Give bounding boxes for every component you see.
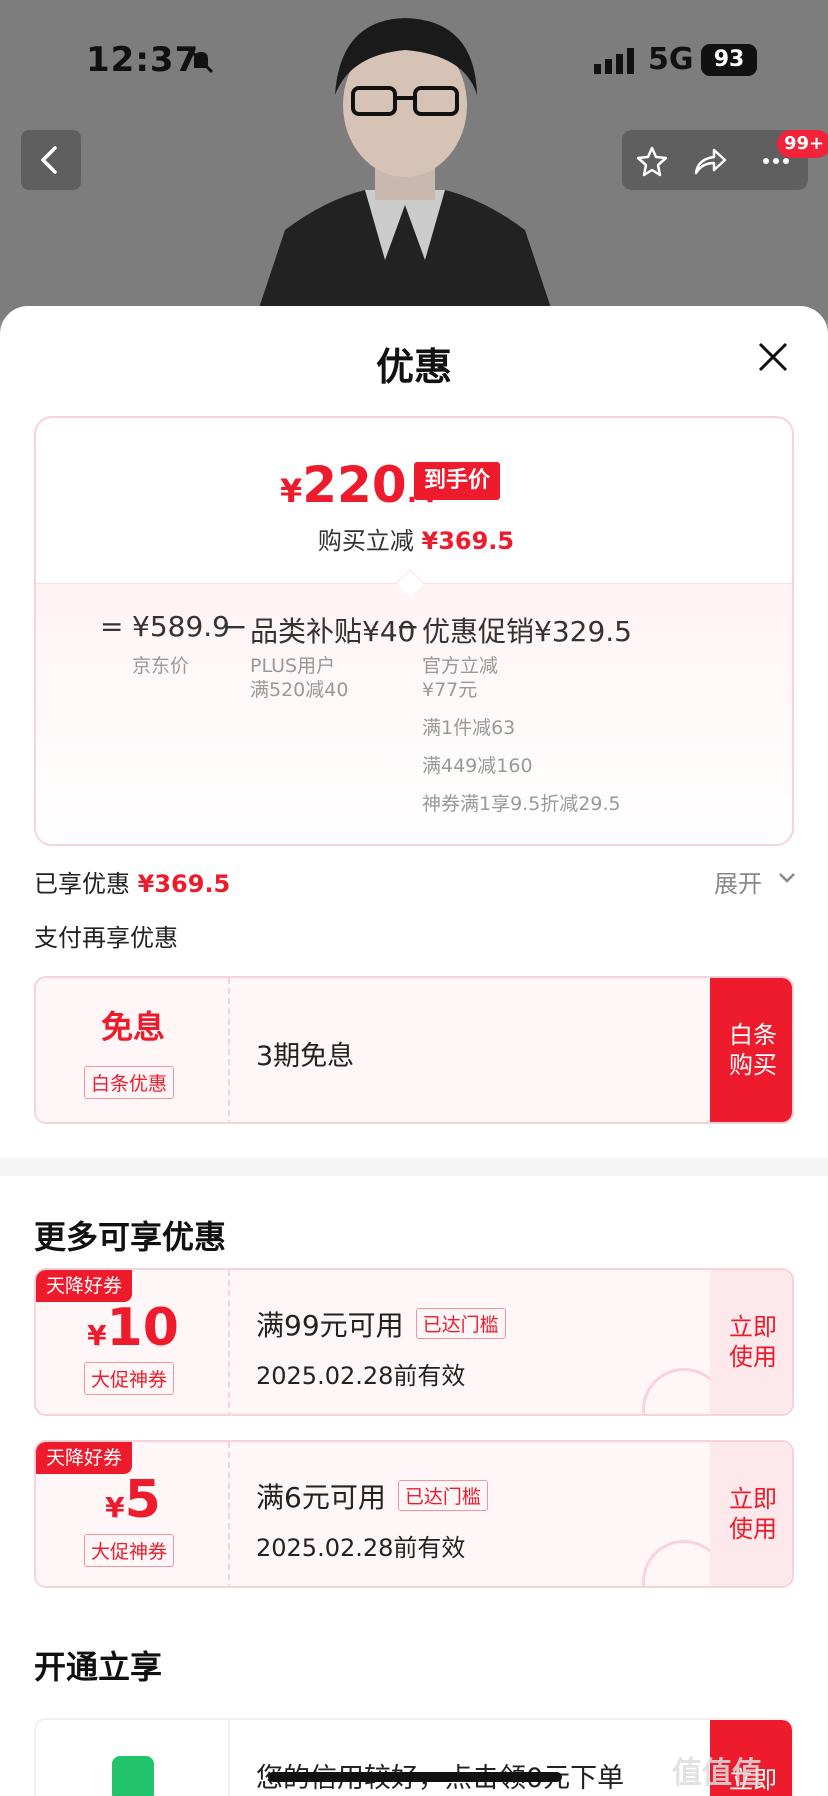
expand-button[interactable]: 展开 <box>714 864 795 899</box>
enjoyed-label: 已享优惠 <box>34 870 130 898</box>
baitiao-buy-button[interactable]: 白条 购买 <box>710 978 792 1122</box>
expand-label: 展开 <box>714 870 762 898</box>
subsidy-sub1: PLUS用户 <box>250 655 336 677</box>
category-subsidy: 品类补贴¥40 <box>250 615 416 648</box>
interest-tag: 白条优惠 <box>84 1066 175 1099</box>
subsidy-sub2: 满520减40 <box>250 679 349 701</box>
coupon-left: 天降好券 ¥10 大促神券 <box>36 1270 230 1414</box>
chevron-left-icon <box>41 146 57 174</box>
sheet-title: 优惠 <box>375 345 452 389</box>
share-icon[interactable] <box>692 145 728 177</box>
currency-symbol: ¥ <box>280 472 303 510</box>
interest-free-card: 免息 白条优惠 3期免息 白条 购买 <box>34 976 794 1124</box>
use-coupon-button[interactable]: 立即 使用 <box>710 1442 792 1586</box>
activate-left <box>36 1720 230 1796</box>
coupon-currency: ¥ <box>105 1491 125 1524</box>
chevron-down-icon <box>779 873 795 883</box>
coupon-tag: 大促神券 <box>84 1534 175 1567</box>
battery-level: 93 <box>701 44 757 76</box>
mute-bell-icon <box>188 48 214 74</box>
notification-badge: 99+ <box>777 130 828 158</box>
coupon-currency: ¥ <box>87 1319 107 1352</box>
save-line: 购买立减 ¥369.5 <box>36 521 792 556</box>
network-type: 5G <box>648 42 694 77</box>
interest-text: 3期免息 <box>256 1041 355 1072</box>
enjoyed-discount: 已享优惠 ¥369.5 <box>34 864 230 899</box>
coupon-amount: ¥5 <box>36 1470 230 1530</box>
minus-sign: − <box>224 610 248 643</box>
coupon-condition: 满6元可用 已达门槛 <box>256 1476 488 1516</box>
interest-left: 免息 白条优惠 <box>36 978 230 1122</box>
threshold-reached-badge: 已达门槛 <box>415 1308 506 1339</box>
threshold-reached-badge: 已达门槛 <box>397 1480 488 1511</box>
coupon-validity: 2025.02.28前有效 <box>256 1362 466 1390</box>
activate-title: 开通立享 <box>34 1648 163 1686</box>
final-price-int: 220 <box>302 456 407 514</box>
back-button[interactable] <box>21 130 81 190</box>
star-icon[interactable] <box>636 145 668 177</box>
promo-sub3: 满1件减63 <box>422 717 516 739</box>
coupon-tag: 大促神券 <box>84 1362 175 1395</box>
save-label: 购买立减 <box>317 527 414 555</box>
price-breakdown-card: ¥220.4 到手价 购买立减 ¥369.5 = ¥589.9 京东价 − 品类… <box>34 416 794 846</box>
use-coupon-button[interactable]: 立即 使用 <box>710 1270 792 1414</box>
minus-sign: − <box>396 610 420 643</box>
final-price-area: ¥220.4 到手价 购买立减 ¥369.5 <box>36 418 792 583</box>
coupon-amount: ¥10 <box>36 1298 230 1358</box>
discount-sheet: 优惠 ¥220.4 到手价 购买立减 ¥369.5 = ¥589.9 京东价 −… <box>0 306 828 1796</box>
more-discounts-title: 更多可享优惠 <box>34 1218 227 1256</box>
jd-price-label: 京东价 <box>132 655 190 677</box>
interest-title: 免息 <box>100 1008 165 1046</box>
price-formula: = ¥589.9 京东价 − 品类补贴¥40 PLUS用户 满520减40 − … <box>36 583 792 844</box>
equals-sign: = <box>100 610 124 643</box>
status-time: 12:37 <box>86 40 200 80</box>
signal-icon <box>594 48 634 74</box>
coupon-left: 天降好券 ¥5 大促神券 <box>36 1442 230 1586</box>
baitiao-buy-label: 白条 购买 <box>729 1021 777 1079</box>
coupon-value: 10 <box>106 1298 179 1358</box>
coupon-condition-text: 满6元可用 <box>256 1481 386 1514</box>
enjoyed-amount: ¥369.5 <box>137 870 231 898</box>
pay-more-label: 支付再享优惠 <box>34 924 178 952</box>
promo-sub5: 神券满1享9.5折减29.5 <box>422 793 621 815</box>
home-indicator <box>268 1772 562 1782</box>
promo-sub2: ¥77元 <box>422 679 478 701</box>
watermark: 值值值 <box>672 1756 762 1791</box>
coupon-card: 天降好券 ¥10 大促神券 满99元可用 已达门槛 2025.02.28前有效 立… <box>34 1268 794 1416</box>
promotion-discount: 优惠促销¥329.5 <box>422 615 632 648</box>
coupon-value: 5 <box>124 1470 161 1530</box>
section-divider <box>0 1158 828 1176</box>
final-price-tag: 到手价 <box>414 462 501 500</box>
promo-sub4: 满449减160 <box>422 755 533 777</box>
status-bar: 12:37 5G 93 <box>0 0 828 120</box>
use-coupon-label: 立即 使用 <box>729 1485 777 1543</box>
coupon-card: 天降好券 ¥5 大促神券 满6元可用 已达门槛 2025.02.28前有效 立即 … <box>34 1440 794 1588</box>
coupon-validity: 2025.02.28前有效 <box>256 1534 466 1562</box>
promo-sub1: 官方立减 <box>422 655 499 677</box>
jd-price: ¥589.9 <box>132 610 230 643</box>
shopping-bag-icon <box>112 1756 154 1796</box>
use-coupon-label: 立即 使用 <box>729 1313 777 1371</box>
close-icon[interactable] <box>756 340 790 374</box>
coupon-condition: 满99元可用 已达门槛 <box>256 1304 506 1344</box>
coupon-condition-text: 满99元可用 <box>256 1309 404 1342</box>
save-amount: ¥369.5 <box>421 527 515 555</box>
